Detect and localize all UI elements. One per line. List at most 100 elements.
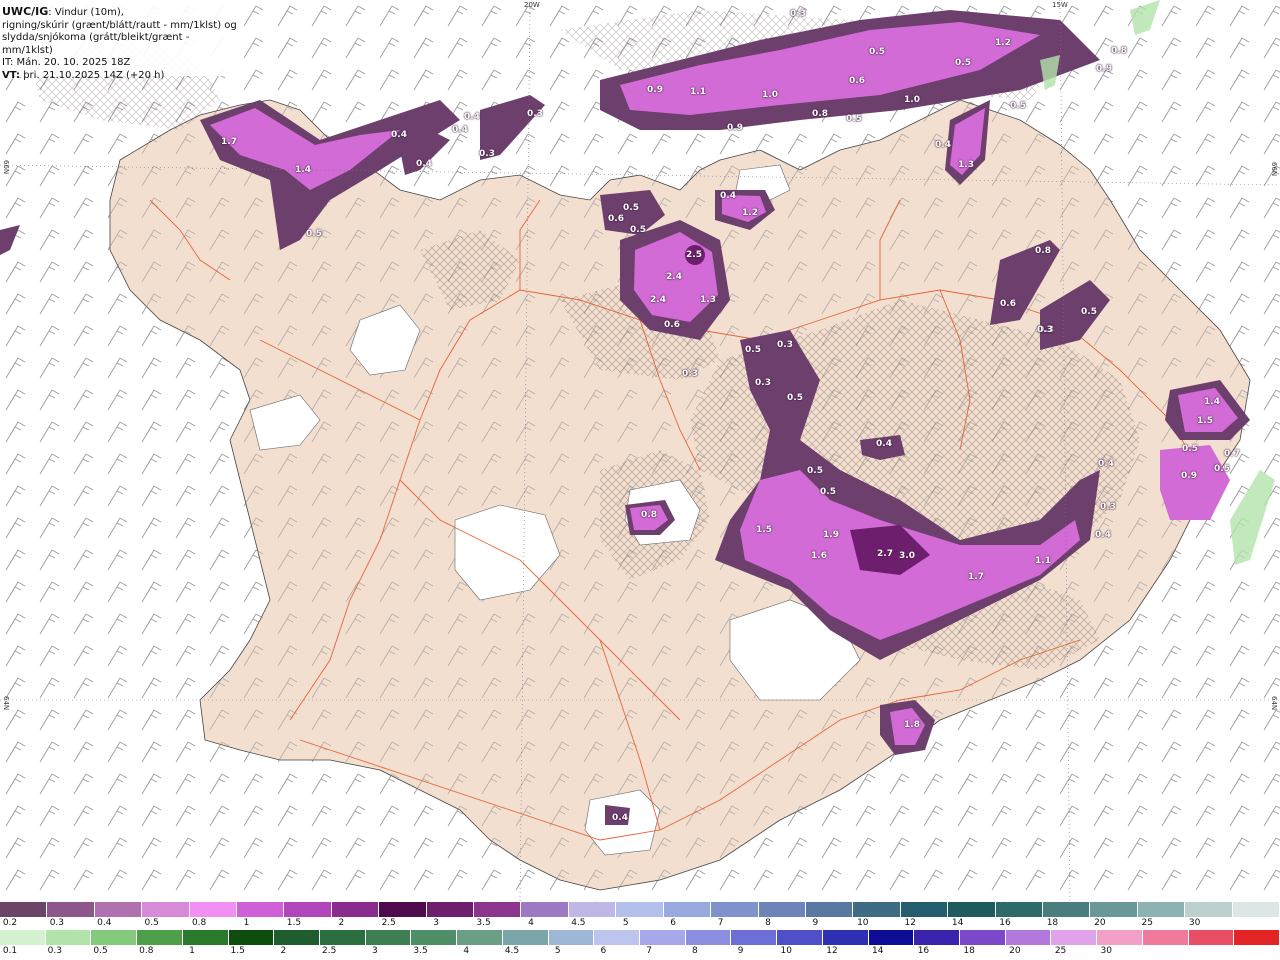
- legend-tick-label: 3: [371, 946, 378, 956]
- legend-swatch: [379, 902, 427, 917]
- legend-tick-label: 4.5: [571, 918, 586, 928]
- legend-swatch: [1090, 902, 1138, 917]
- precip-value-label: 0.6: [849, 76, 865, 86]
- precip-value-label: 0.6: [608, 214, 624, 224]
- precip-value-label: 1.9: [823, 530, 839, 540]
- legend-tick-label: 30: [1188, 918, 1201, 928]
- legend-swatch: [805, 902, 854, 917]
- legend-tick-label: 2: [280, 946, 287, 956]
- legend-tick-label: 9: [737, 946, 744, 956]
- legend-tick-label: 18: [963, 946, 975, 956]
- legend-swatch: [640, 930, 686, 945]
- precip-value-label: 1.7: [968, 572, 984, 582]
- legend-swatch: [548, 930, 595, 945]
- precip-value-label: 0.6: [1000, 299, 1016, 309]
- legend-swatch: [1051, 930, 1098, 945]
- legend-tick-label: 7: [717, 918, 724, 928]
- precip-value-label: 0.5: [306, 229, 322, 239]
- legend-tick-label: 2.5: [381, 918, 396, 928]
- precip-value-label: 2.4: [666, 272, 682, 282]
- legend-swatch: [853, 902, 901, 917]
- legend-tick-label: 0.4: [97, 918, 112, 928]
- precip-value-label: 0.5: [955, 58, 971, 68]
- precip-value-label: 1.6: [811, 551, 827, 561]
- legend-tick-label: 4.5: [504, 946, 520, 956]
- legend-swatch: [457, 930, 503, 945]
- precip-value-label: 1.3: [700, 295, 716, 305]
- legend-swatch: [502, 930, 549, 945]
- precip-value-label: 1.4: [1204, 397, 1220, 407]
- precip-value-label: 0.8: [812, 109, 828, 119]
- precip-value-label: 0.5: [820, 487, 836, 497]
- precip-value-label: 0.4: [416, 159, 432, 169]
- legend-swatch: [1188, 930, 1235, 945]
- precip-value-label: 0.5: [623, 203, 639, 213]
- legend-tick-label: 16: [999, 918, 1011, 928]
- precip-value-label: 0.3: [1100, 502, 1116, 512]
- legend-tick-label: 5: [554, 946, 561, 956]
- precip-value-label: 0.9: [647, 85, 663, 95]
- precip-value-label: 3.0: [899, 551, 915, 561]
- legend-tick-label: 3.5: [476, 918, 491, 928]
- legend-tick-label: 2.5: [321, 946, 337, 956]
- map-title-strong: UWC/IG: [2, 5, 49, 18]
- legend-tick-label: 0.3: [49, 918, 65, 928]
- legend-tick-label: 3.5: [413, 946, 428, 956]
- legend-tick-label: 14: [871, 946, 884, 956]
- precip-value-label: 0.8: [1035, 246, 1051, 256]
- precip-value-label: 1.0: [762, 90, 778, 100]
- legend-tick-label: 7: [646, 946, 653, 956]
- precip-value-label: 0.4: [452, 125, 468, 135]
- legend-tick-label: 20: [1094, 918, 1106, 928]
- precip-value-label: 0.8: [1111, 46, 1127, 56]
- precip-value-label: 1.0: [904, 95, 920, 105]
- precip-value-label: 0.3: [527, 109, 543, 119]
- legend-swatch: [1185, 902, 1233, 917]
- legend-swatch: [995, 902, 1043, 917]
- precip-value-label: 1.3: [958, 160, 974, 170]
- legend-swatch: [1234, 930, 1280, 945]
- map-canvas: [0, 0, 1280, 902]
- precip-value-label: 0.5: [630, 225, 646, 235]
- legend-swatch: [0, 930, 46, 945]
- legend-tick-label: 6: [670, 918, 677, 928]
- legend-tick-label: 12: [904, 918, 916, 928]
- precip-value-label: 0.6: [664, 320, 680, 330]
- precip-value-label: 0.5: [1214, 464, 1230, 474]
- legend-tick-label: 9: [812, 918, 819, 928]
- precip-value-label: 1.5: [1197, 416, 1213, 426]
- precip-value-label: 0.3: [1037, 325, 1053, 335]
- legend-swatch: [365, 930, 412, 945]
- weather-map: UWC/IG: Vindur (10m), rigning/skúrir (gr…: [0, 0, 1280, 902]
- map-description-line2: rigning/skúrir (grænt/blátt/rautt - mm/1…: [2, 19, 237, 31]
- legend-swatch: [237, 902, 285, 917]
- precip-value-label: 0.3: [682, 369, 698, 379]
- legend-swatch: [616, 902, 664, 917]
- legend-tick-label: 0.3: [47, 946, 63, 956]
- legend-swatch: [1142, 930, 1189, 945]
- legend-tick-label: 8: [765, 918, 771, 928]
- legend-swatch: [1005, 930, 1052, 945]
- legend-swatch: [182, 930, 229, 945]
- legend-tick-label: 6: [600, 946, 607, 956]
- legend-swatch: [474, 902, 522, 917]
- precip-value-label: 0.4: [720, 191, 736, 201]
- legend-swatch: [142, 902, 190, 917]
- legend-swatch: [45, 930, 92, 945]
- lat-label-64n-right: 64N: [1270, 696, 1278, 711]
- precip-value-label: 0.5: [1182, 444, 1198, 454]
- legend-tick-label: 1.5: [286, 918, 302, 928]
- legend-tick-label: 4: [463, 946, 470, 956]
- precip-value-label: 1.1: [690, 87, 706, 97]
- legend-swatch: [1137, 902, 1186, 917]
- valid-label: VT:: [2, 69, 21, 81]
- legend-swatch: [94, 902, 143, 917]
- precip-value-label: 0.4: [1095, 530, 1111, 540]
- legend-tick-label: 14: [951, 918, 964, 928]
- legend-swatch: [594, 930, 640, 945]
- legend-tick-label: 0.5: [144, 918, 159, 928]
- lon-label-15w: 15W: [1052, 1, 1068, 9]
- rain-legend: 0.1 0.3 0.5 0.8 1 1.5 2 2.5 3 3.5 4 4.5 5 6 7 8 9 10 12 14 1…: [0, 930, 1280, 959]
- precip-value-label: 0.3: [755, 378, 771, 388]
- legend-swatch: [1097, 930, 1143, 945]
